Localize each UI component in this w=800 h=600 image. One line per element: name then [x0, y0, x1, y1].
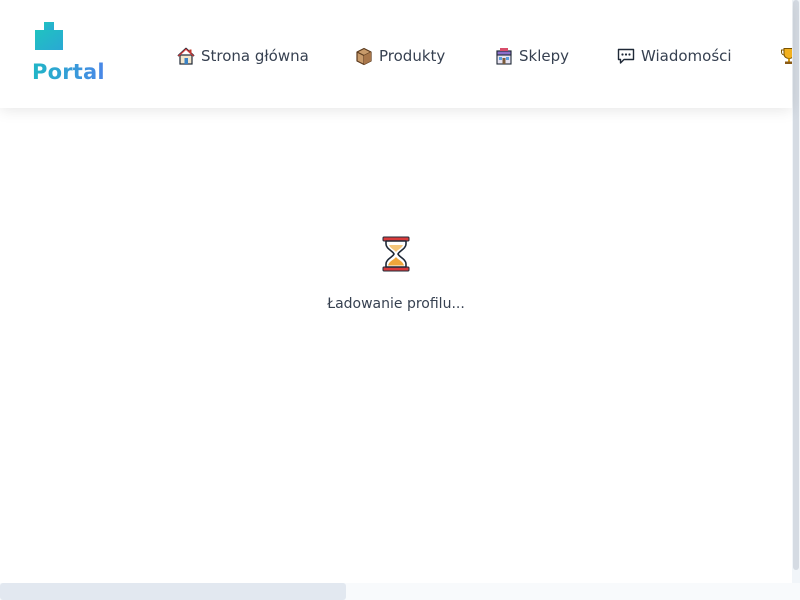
- profile-content: Ładowanie profilu...: [0, 108, 792, 583]
- logo-blocks-icon: [35, 22, 63, 50]
- speech-bubble-icon: [617, 48, 635, 64]
- horizontal-scrollbar-thumb[interactable]: [0, 583, 346, 600]
- hourglass-icon: [382, 236, 410, 272]
- top-navbar: Portal Strona główna Produkty Sklepy Wia…: [0, 0, 792, 108]
- nav-item-stores[interactable]: Sklepy: [494, 44, 569, 68]
- vertical-scrollbar[interactable]: [792, 0, 800, 583]
- main-nav: Strona główna Produkty Sklepy Wiadomości: [176, 44, 792, 68]
- horizontal-scrollbar[interactable]: [0, 583, 800, 600]
- house-icon: [177, 47, 195, 65]
- trophy-icon: [781, 48, 792, 64]
- brand-name: Portal: [32, 60, 105, 84]
- nav-item-messages[interactable]: Wiadomości: [616, 44, 732, 68]
- nav-item-ranking[interactable]: [779, 44, 792, 68]
- package-icon: [356, 47, 372, 66]
- brand-logo[interactable]: Portal: [32, 22, 112, 92]
- nav-item-label: Strona główna: [201, 47, 309, 65]
- loading-message: Ładowanie profilu...: [327, 296, 465, 312]
- nav-item-home[interactable]: Strona główna: [176, 44, 309, 68]
- nav-item-products[interactable]: Produkty: [354, 44, 445, 68]
- nav-item-label: Produkty: [379, 47, 446, 65]
- nav-item-label: Sklepy: [519, 47, 570, 65]
- nav-item-label: Wiadomości: [641, 47, 732, 65]
- store-icon: [496, 48, 512, 65]
- vertical-scrollbar-thumb[interactable]: [793, 0, 799, 570]
